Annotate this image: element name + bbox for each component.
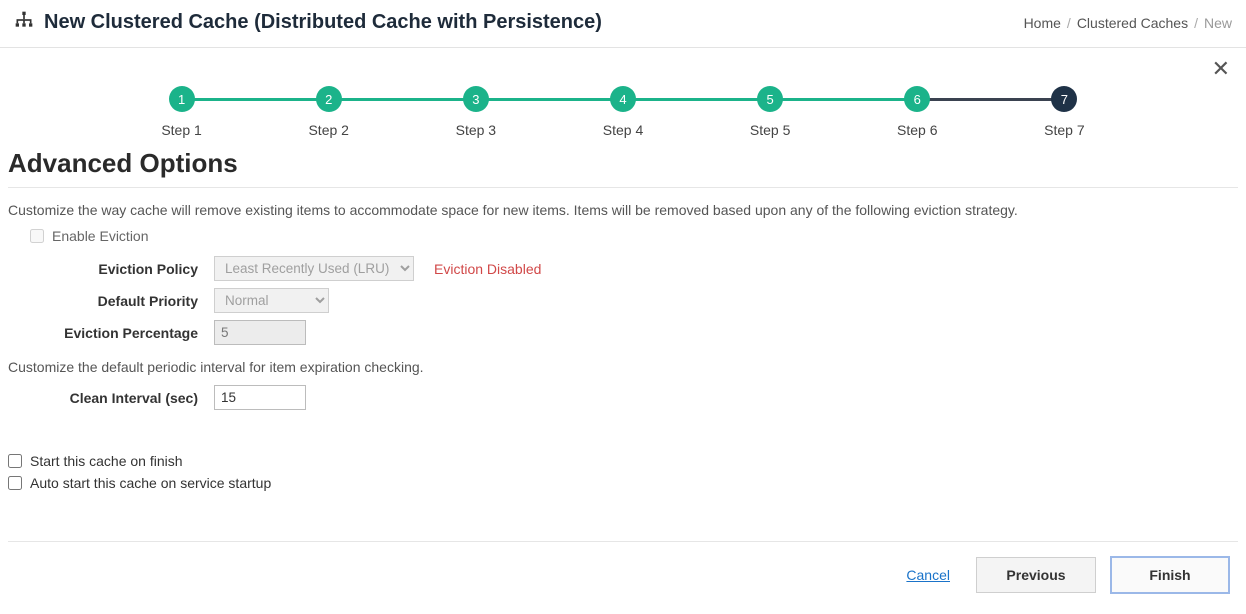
step-circle: 4 [610,86,636,112]
eviction-pct-row: Eviction Percentage [8,320,1238,345]
page-title: New Clustered Cache (Distributed Cache w… [44,11,602,34]
header-bar: New Clustered Cache (Distributed Cache w… [0,0,1246,48]
start-on-finish-checkbox[interactable] [8,454,22,468]
step-line [182,98,329,101]
breadcrumb-current: New [1204,15,1232,31]
step-label: Step 7 [1044,122,1084,138]
step-circle: 2 [316,86,342,112]
eviction-policy-label: Eviction Policy [8,261,198,277]
title-wrap: New Clustered Cache (Distributed Cache w… [14,10,602,35]
section-title: Advanced Options [8,148,1238,179]
close-icon[interactable]: ✕ [1212,58,1230,80]
sitemap-icon [14,10,34,35]
step-1[interactable]: 1 Step 1 [108,86,255,138]
eviction-pct-input[interactable] [214,320,306,345]
step-line [770,98,917,101]
step-line [917,98,1064,101]
finish-button[interactable]: Finish [1110,556,1230,594]
step-2[interactable]: 2 Step 2 [255,86,402,138]
auto-start-checkbox[interactable] [8,476,22,490]
default-priority-row: Default Priority Normal [8,288,1238,313]
enable-eviction-row: Enable Eviction [30,228,1238,244]
step-circle: 5 [757,86,783,112]
step-line [623,98,770,101]
default-priority-select[interactable]: Normal [214,288,329,313]
step-line [476,98,623,101]
breadcrumb-parent[interactable]: Clustered Caches [1077,15,1188,31]
eviction-help-text: Customize the way cache will remove exis… [8,202,1238,218]
step-5[interactable]: 5 Step 5 [697,86,844,138]
breadcrumb-sep: / [1194,15,1198,31]
step-line [329,98,476,101]
eviction-pct-label: Eviction Percentage [8,325,198,341]
wizard-footer: Cancel Previous Finish [8,541,1238,594]
step-label: Step 1 [161,122,201,138]
start-on-finish-label: Start this cache on finish [30,453,183,469]
eviction-disabled-warning: Eviction Disabled [434,261,541,277]
step-7[interactable]: 7 Step 7 [991,86,1138,138]
auto-start-row: Auto start this cache on service startup [8,475,1238,491]
step-label: Step 5 [750,122,790,138]
step-circle: 6 [904,86,930,112]
step-circle: 1 [169,86,195,112]
wizard-panel: ✕ 1 Step 1 2 Step 2 3 Step 3 4 Step 4 5 … [0,48,1246,614]
stepper: 1 Step 1 2 Step 2 3 Step 3 4 Step 4 5 St… [108,86,1138,138]
enable-eviction-label: Enable Eviction [52,228,149,244]
step-6[interactable]: 6 Step 6 [844,86,991,138]
eviction-policy-select[interactable]: Least Recently Used (LRU) [214,256,414,281]
step-circle: 3 [463,86,489,112]
divider [8,187,1238,188]
step-label: Step 2 [308,122,348,138]
step-4[interactable]: 4 Step 4 [549,86,696,138]
step-3[interactable]: 3 Step 3 [402,86,549,138]
step-label: Step 4 [603,122,643,138]
clean-interval-row: Clean Interval (sec) [8,385,1238,410]
clean-interval-label: Clean Interval (sec) [8,390,198,406]
clean-interval-input[interactable] [214,385,306,410]
eviction-policy-row: Eviction Policy Least Recently Used (LRU… [8,256,1238,281]
default-priority-label: Default Priority [8,293,198,309]
breadcrumb-sep: / [1067,15,1071,31]
cancel-link[interactable]: Cancel [906,567,950,583]
auto-start-label: Auto start this cache on service startup [30,475,271,491]
previous-button[interactable]: Previous [976,557,1096,593]
step-circle: 7 [1051,86,1077,112]
enable-eviction-checkbox[interactable] [30,229,44,243]
breadcrumb-home[interactable]: Home [1024,15,1061,31]
breadcrumb: Home / Clustered Caches / New [1024,15,1232,31]
start-on-finish-row: Start this cache on finish [8,453,1238,469]
clean-interval-help-text: Customize the default periodic interval … [8,359,1238,375]
step-label: Step 3 [456,122,496,138]
step-label: Step 6 [897,122,937,138]
